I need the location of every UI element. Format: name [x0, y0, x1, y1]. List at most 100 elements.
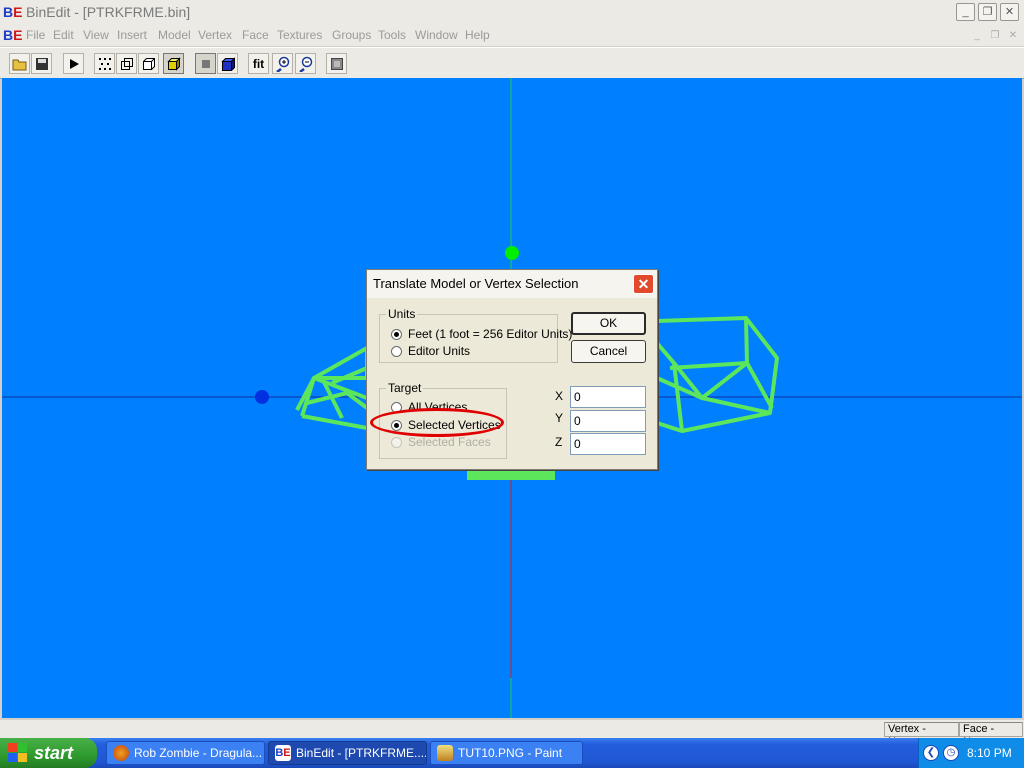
- menu-file[interactable]: File: [26, 28, 45, 42]
- menu-help[interactable]: Help: [465, 28, 490, 42]
- window-title: BinEdit - [PTRKFRME.bin]: [26, 4, 191, 20]
- screenshot-button[interactable]: [326, 53, 347, 74]
- cancel-button[interactable]: Cancel: [571, 340, 646, 363]
- units-group-label: Units: [386, 307, 418, 321]
- zoom-in-icon: [275, 56, 289, 72]
- tray-clock-icon[interactable]: ◷: [943, 745, 959, 761]
- translate-dialog: Translate Model or Vertex Selection ✕ Un…: [366, 269, 658, 470]
- menu-groups[interactable]: Groups: [332, 28, 371, 42]
- status-face: Face - None: [959, 722, 1023, 748]
- open-folder-icon: [12, 59, 26, 70]
- x-axis-handle[interactable]: [255, 390, 269, 404]
- units-feet-option[interactable]: Feet (1 foot = 256 Editor Units): [391, 327, 572, 341]
- frame-icon: [330, 57, 343, 70]
- target-faces-label: Selected Faces: [408, 435, 491, 449]
- wireframe-bottom-piece: [467, 470, 555, 480]
- dialog-title-bar[interactable]: Translate Model or Vertex Selection ✕: [367, 270, 657, 298]
- task-button-paint[interactable]: TUT10.PNG - Paint: [430, 741, 583, 765]
- hidden-line-mode-button[interactable]: [138, 53, 159, 74]
- target-selected-option[interactable]: Selected Vertices: [391, 418, 501, 432]
- vertex-mode-button[interactable]: [94, 53, 115, 74]
- binedit-icon: BE: [275, 745, 291, 761]
- open-folder-button[interactable]: [9, 53, 30, 74]
- units-editor-option[interactable]: Editor Units: [391, 344, 470, 358]
- zoom-out-button[interactable]: [295, 53, 316, 74]
- units-feet-radio[interactable]: [391, 328, 402, 340]
- clock: 8:10 PM: [967, 746, 1012, 760]
- wireframe-right: [655, 316, 779, 433]
- menu-face[interactable]: Face: [242, 28, 269, 42]
- toolbar: fit: [0, 47, 1024, 79]
- task-label-paint: TUT10.PNG - Paint: [458, 746, 563, 760]
- z-input[interactable]: [570, 433, 646, 455]
- y-input[interactable]: [570, 410, 646, 432]
- zoom-out-icon: [298, 56, 312, 72]
- mdi-close-button[interactable]: ✕: [1006, 29, 1020, 42]
- target-selected-label: Selected Vertices: [408, 418, 501, 432]
- menu-edit[interactable]: Edit: [53, 28, 74, 42]
- task-button-binedit[interactable]: BE BinEdit - [PTRKFRME....: [268, 741, 427, 765]
- task-label-firefox: Rob Zombie - Dragula...: [134, 746, 263, 760]
- show-faces-button[interactable]: [217, 53, 238, 74]
- target-faces-radio: [391, 436, 402, 448]
- dialog-close-button[interactable]: ✕: [633, 274, 654, 294]
- menu-window[interactable]: Window: [415, 28, 458, 42]
- x-input[interactable]: [570, 386, 646, 408]
- target-all-option[interactable]: All Vertices: [391, 400, 467, 414]
- menu-textures[interactable]: Textures: [277, 28, 322, 42]
- solid-cube-icon: [166, 56, 181, 71]
- menu-vertex[interactable]: Vertex: [198, 28, 232, 42]
- tray-back-icon[interactable]: ❮: [923, 745, 939, 761]
- taskbar: start Rob Zombie - Dragula... BE BinEdit…: [0, 738, 1024, 768]
- menu-model[interactable]: Model: [158, 28, 191, 42]
- maximize-button[interactable]: ❐: [978, 3, 997, 21]
- z-label: Z: [555, 435, 563, 449]
- outline-cube-icon: [142, 57, 155, 70]
- wireframe-mode-button[interactable]: [116, 53, 137, 74]
- close-button[interactable]: ✕: [1000, 3, 1019, 21]
- target-selected-radio[interactable]: [391, 419, 402, 431]
- show-vertices-button[interactable]: [195, 53, 216, 74]
- save-button[interactable]: [31, 53, 52, 74]
- x-label: X: [555, 389, 564, 403]
- title-bar: BE BinEdit - [PTRKFRME.bin] _ ❐ ✕: [0, 0, 1024, 26]
- task-label-binedit: BinEdit - [PTRKFRME....: [296, 746, 427, 760]
- floppy-disk-icon: [35, 57, 48, 70]
- document-logo-icon[interactable]: BE: [3, 26, 23, 44]
- zoom-in-button[interactable]: [272, 53, 293, 74]
- fit-view-button[interactable]: fit: [248, 53, 269, 74]
- wireframe-left: [295, 346, 369, 430]
- units-editor-label: Editor Units: [408, 344, 471, 358]
- menu-tools[interactable]: Tools: [378, 28, 406, 42]
- menu-insert[interactable]: Insert: [117, 28, 147, 42]
- units-editor-radio[interactable]: [391, 345, 402, 357]
- firefox-icon: [113, 745, 129, 761]
- target-all-label: All Vertices: [408, 400, 468, 414]
- start-label: start: [34, 742, 74, 763]
- play-icon: [69, 58, 79, 69]
- paint-icon: [437, 745, 453, 761]
- start-button[interactable]: start: [0, 738, 97, 768]
- target-group-label: Target: [386, 381, 424, 395]
- mdi-restore-button[interactable]: ❐: [988, 29, 1002, 42]
- mdi-minimize-button[interactable]: _: [970, 29, 984, 42]
- target-faces-option: Selected Faces: [391, 435, 491, 449]
- status-bar: Vertex - None Face - None: [0, 720, 1024, 748]
- play-button[interactable]: [63, 53, 84, 74]
- system-tray: ❮ ◷ 8:10 PM: [918, 738, 1024, 768]
- menu-view[interactable]: View: [83, 28, 109, 42]
- target-all-radio[interactable]: [391, 401, 402, 413]
- app-logo-icon: BE: [3, 4, 23, 20]
- y-label: Y: [555, 411, 564, 425]
- ok-button[interactable]: OK: [571, 312, 646, 335]
- status-vertex: Vertex - None: [884, 722, 959, 748]
- vertex-square-icon: [201, 59, 210, 68]
- minimize-button[interactable]: _: [956, 3, 975, 21]
- dialog-title: Translate Model or Vertex Selection: [373, 276, 579, 291]
- units-feet-label: Feet (1 foot = 256 Editor Units): [408, 327, 573, 341]
- task-button-firefox[interactable]: Rob Zombie - Dragula...: [106, 741, 265, 765]
- vertex-dots-icon: [98, 57, 111, 70]
- y-axis-handle[interactable]: [505, 246, 519, 260]
- windows-logo-icon: [8, 743, 28, 763]
- solid-mode-button[interactable]: [163, 53, 184, 74]
